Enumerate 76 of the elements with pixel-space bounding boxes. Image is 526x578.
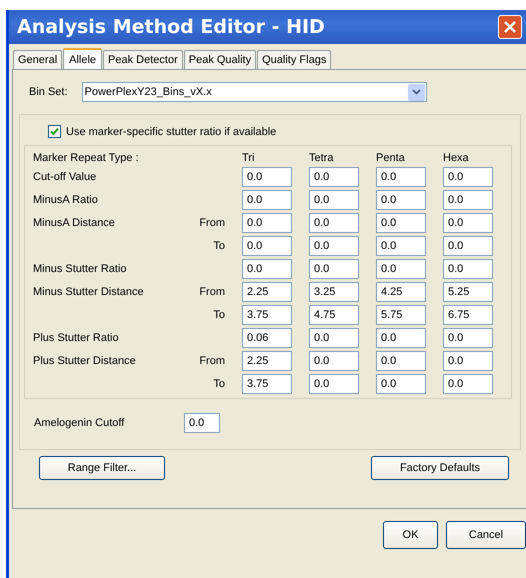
value-field[interactable]: 0.0 bbox=[309, 374, 359, 394]
row-label: MinusA Distance bbox=[33, 217, 116, 229]
value-field[interactable]: 0.0 bbox=[376, 167, 426, 187]
value-field[interactable]: 0.0 bbox=[242, 167, 292, 187]
value-field[interactable]: 4.25 bbox=[376, 282, 426, 302]
dialog-button[interactable]: Range Filter... bbox=[39, 456, 165, 480]
close-icon bbox=[503, 20, 517, 34]
row-label: Cut-off Value bbox=[33, 171, 98, 183]
range-label: To bbox=[212, 240, 225, 252]
row-label: Minus Stutter Distance bbox=[33, 286, 145, 298]
dialog-button[interactable]: Factory Defaults bbox=[371, 456, 509, 480]
value-field[interactable]: 0.06 bbox=[242, 328, 292, 348]
row-label: MinusA Ratio bbox=[33, 194, 99, 206]
value-field[interactable]: 6.75 bbox=[443, 305, 493, 325]
amelogenin-field[interactable]: 0.0 bbox=[184, 413, 220, 433]
value-field[interactable]: 0.0 bbox=[443, 213, 493, 233]
value-field[interactable]: 0.0 bbox=[376, 236, 426, 256]
value-field[interactable]: 0.0 bbox=[309, 236, 359, 256]
range-label: To bbox=[212, 309, 225, 321]
value-field[interactable]: 4.75 bbox=[309, 305, 359, 325]
value-field[interactable]: 0.0 bbox=[242, 190, 292, 210]
value-field[interactable]: 3.25 bbox=[309, 282, 359, 302]
value-field[interactable]: 0.0 bbox=[309, 190, 359, 210]
tab[interactable]: Allele bbox=[63, 48, 102, 70]
value-field[interactable]: 0.0 bbox=[443, 236, 493, 256]
value-field[interactable]: 0.0 bbox=[242, 213, 292, 233]
value-field[interactable]: 0.0 bbox=[376, 351, 426, 371]
column-header: Hexa bbox=[443, 152, 470, 164]
cancel-button[interactable]: Cancel bbox=[446, 521, 526, 549]
value-field[interactable]: 0.0 bbox=[309, 167, 359, 187]
tab[interactable]: General bbox=[13, 50, 62, 69]
value-field[interactable]: 0.0 bbox=[443, 328, 493, 348]
checkbox[interactable] bbox=[48, 125, 61, 138]
value-field[interactable]: 0.0 bbox=[309, 351, 359, 371]
value-field[interactable]: 0.0 bbox=[376, 213, 426, 233]
column-header: Penta bbox=[376, 152, 406, 164]
bin-set-dropdown[interactable]: PowerPlexY23_Bins_vX.x bbox=[82, 82, 427, 102]
value-field[interactable]: 0.0 bbox=[242, 236, 292, 256]
value-field[interactable]: 0.0 bbox=[443, 374, 493, 394]
value-field[interactable]: 3.75 bbox=[242, 305, 292, 325]
value-field[interactable]: 0.0 bbox=[309, 259, 359, 279]
value-field[interactable]: 0.0 bbox=[376, 328, 426, 348]
tab[interactable]: Quality Flags bbox=[257, 50, 332, 69]
window-title: Analysis Method Editor - HID bbox=[17, 16, 326, 38]
close-button[interactable] bbox=[498, 15, 522, 39]
range-label: To bbox=[212, 378, 225, 390]
row-label: Plus Stutter Distance bbox=[33, 355, 137, 367]
value-field[interactable]: 0.0 bbox=[309, 213, 359, 233]
value-field[interactable]: 5.75 bbox=[376, 305, 426, 325]
value-field[interactable]: 0.0 bbox=[443, 190, 493, 210]
column-header: Tri bbox=[242, 152, 256, 164]
value-field[interactable]: 0.0 bbox=[376, 374, 426, 394]
value-field[interactable]: 5.25 bbox=[443, 282, 493, 302]
value-field[interactable]: 3.75 bbox=[242, 374, 292, 394]
value-field[interactable]: 2.25 bbox=[242, 351, 292, 371]
value-field[interactable]: 0.0 bbox=[309, 328, 359, 348]
range-label: From bbox=[198, 217, 225, 229]
column-header: Tetra bbox=[309, 152, 334, 164]
value-field[interactable]: 0.0 bbox=[376, 259, 426, 279]
amelogenin-label: Amelogenin Cutoff bbox=[34, 417, 126, 429]
value-field[interactable]: 2.25 bbox=[242, 282, 292, 302]
header-label: Marker Repeat Type : bbox=[33, 152, 140, 164]
range-label: From bbox=[198, 355, 225, 367]
row-label: Plus Stutter Ratio bbox=[33, 332, 120, 344]
value-field[interactable]: 0.0 bbox=[242, 259, 292, 279]
ok-button[interactable]: OK bbox=[383, 521, 438, 549]
value-field[interactable]: 0.0 bbox=[443, 167, 493, 187]
range-label: From bbox=[198, 286, 225, 298]
checkbox-label: Use marker-specific stutter ratio if available bbox=[66, 126, 276, 138]
bin-set-label: Bin Set: bbox=[29, 86, 68, 98]
value-field[interactable]: 0.0 bbox=[443, 351, 493, 371]
tab[interactable]: Peak Detector bbox=[103, 50, 183, 69]
value-field[interactable]: 0.0 bbox=[376, 190, 426, 210]
value-field[interactable]: 0.0 bbox=[443, 259, 493, 279]
row-label: Minus Stutter Ratio bbox=[33, 263, 128, 275]
tab[interactable]: Peak Quality bbox=[184, 50, 256, 69]
